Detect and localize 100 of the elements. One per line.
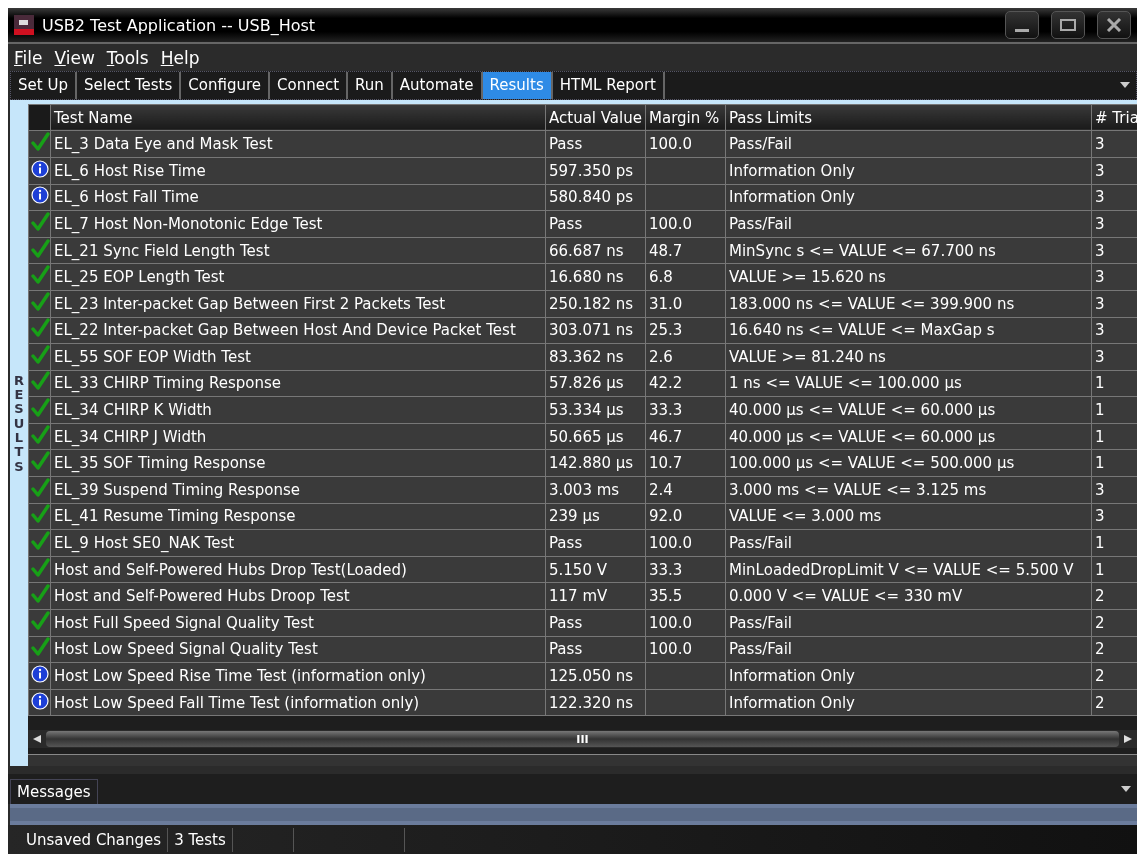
table-cell: 10.7 [645, 449, 726, 477]
table-cell: 303.071 ns [545, 317, 646, 344]
table-cell: 3.000 ms <= VALUE <= 3.125 ms [725, 476, 1092, 504]
table-cell: 239 µs [545, 503, 646, 530]
table-cell: Pass [545, 130, 646, 158]
table-cell: 92.0 [645, 503, 726, 530]
column-header[interactable]: Actual Value [545, 104, 646, 131]
table-cell: 183.000 ns <= VALUE <= 399.900 ns [725, 290, 1092, 317]
column-header[interactable]: Pass Limits [725, 104, 1092, 131]
column-header[interactable]: Margin % [645, 104, 726, 131]
table-cell: EL_34 CHIRP J Width [50, 423, 546, 450]
app-icon [14, 15, 34, 36]
info-icon [30, 665, 49, 683]
table-cell: EL_39 Suspend Timing Response [50, 476, 546, 504]
menu-item[interactable]: File [14, 48, 43, 70]
table-cell: EL_55 SOF EOP Width Test [50, 343, 546, 371]
table-cell: 2.4 [645, 476, 726, 504]
table-cell: EL_21 Sync Field Length Test [50, 237, 546, 264]
check-icon [30, 584, 50, 605]
maximize-icon [1059, 18, 1077, 33]
dropdown-caret-icon[interactable] [1121, 785, 1131, 792]
minimize-icon [1015, 28, 1029, 32]
maximize-button[interactable] [1051, 11, 1085, 40]
dropdown-caret-icon[interactable] [1120, 82, 1130, 89]
table-cell: 83.362 ns [545, 343, 646, 371]
table-cell: 53.334 µs [545, 396, 646, 424]
minimize-button[interactable] [1005, 11, 1039, 40]
menu-item[interactable]: Help [160, 48, 200, 70]
column-header[interactable]: Test Name [50, 104, 546, 131]
check-icon [30, 557, 50, 578]
table-cell: 1 ns <= VALUE <= 100.000 µs [725, 370, 1092, 397]
table-cell: Information Only [725, 689, 1092, 716]
table-cell: EL_3 Data Eye and Mask Test [50, 130, 546, 158]
table-cell: EL_33 CHIRP Timing Response [50, 370, 546, 397]
scrollbar-grip[interactable]: III [576, 732, 589, 746]
info-icon [30, 691, 49, 710]
status-text: 3 Tests [168, 827, 233, 852]
table-cell: 42.2 [645, 370, 726, 397]
close-button[interactable] [1097, 11, 1131, 40]
check-icon [30, 477, 50, 498]
table-cell: 46.7 [645, 423, 726, 450]
table-cell: VALUE >= 81.240 ns [725, 343, 1092, 371]
table-cell: Pass [545, 529, 646, 557]
column-header[interactable]: # Tria [1091, 104, 1137, 131]
table-cell: 5.150 V [545, 556, 646, 583]
table-cell: 100.0 [645, 609, 726, 637]
check-icon [30, 398, 50, 419]
table-cell: Host Low Speed Rise Time Test (information only) [50, 662, 546, 690]
table-cell: Pass [545, 636, 646, 663]
table-cell: 57.826 µs [545, 370, 646, 397]
table-cell: EL_7 Host Non-Monotonic Edge Test [50, 210, 546, 238]
menu-item[interactable]: Tools [106, 48, 149, 70]
horizontal-scrollbar[interactable]: III [28, 730, 1137, 749]
table-cell: 117 mV [545, 582, 646, 610]
status-text: Unsaved Changes [20, 827, 169, 852]
check-icon [30, 610, 50, 631]
table-cell: 35.5 [645, 582, 726, 610]
table-cell: 40.000 µs <= VALUE <= 60.000 µs [725, 423, 1092, 450]
table-cell: 100.0 [645, 130, 726, 158]
table-cell: MinSync s <= VALUE <= 67.700 ns [725, 237, 1092, 264]
info-icon [30, 159, 49, 178]
check-icon [30, 531, 50, 552]
table-cell: MinLoadedDropLimit V <= VALUE <= 5.500 V [725, 556, 1092, 583]
table-cell: EL_9 Host SE0_NAK Test [50, 529, 546, 557]
tab[interactable]: Results [482, 72, 553, 99]
check-icon [30, 371, 50, 392]
table-cell: 33.3 [645, 396, 726, 424]
table-cell: Pass/Fail [725, 130, 1092, 158]
scroll-right-icon[interactable] [1123, 734, 1133, 745]
table-cell: 50.665 µs [545, 423, 646, 450]
table-cell: Pass [545, 210, 646, 238]
table-cell: Host Low Speed Signal Quality Test [50, 636, 546, 663]
table-cell: VALUE >= 15.620 ns [725, 263, 1092, 291]
table-cell: EL_41 Resume Timing Response [50, 503, 546, 530]
table-cell: Information Only [725, 157, 1092, 185]
menu-item[interactable]: View [54, 48, 95, 70]
table-cell: EL_6 Host Fall Time [50, 184, 546, 211]
table-cell: Host and Self-Powered Hubs Drop Test(Loaded) [50, 556, 546, 583]
table-cell: 66.687 ns [545, 237, 646, 264]
table-cell: 597.350 ps [545, 157, 646, 185]
table-cell: EL_22 Inter-packet Gap Between Host And Device Packet Test [50, 317, 546, 344]
table-cell: Pass/Fail [725, 636, 1092, 663]
table-cell: 6.8 [645, 263, 726, 291]
table-cell: Pass/Fail [725, 210, 1092, 238]
scroll-left-icon[interactable] [32, 734, 42, 745]
table-cell: Pass/Fail [725, 529, 1092, 557]
table-cell: EL_35 SOF Timing Response [50, 449, 546, 477]
table-cell: 0.000 V <= VALUE <= 330 mV [725, 582, 1092, 610]
table-cell: 16.640 ns <= VALUE <= MaxGap s [725, 317, 1092, 344]
check-icon [30, 344, 50, 365]
close-icon [1105, 18, 1123, 33]
table-cell: 33.3 [645, 556, 726, 583]
table-cell: 142.880 µs [545, 449, 646, 477]
table-cell: 40.000 µs <= VALUE <= 60.000 µs [725, 396, 1092, 424]
table-cell: Host Low Speed Fall Time Test (information only) [50, 689, 546, 716]
table-cell: Pass/Fail [725, 609, 1092, 637]
table-cell: 25.3 [645, 317, 726, 344]
messages-tab[interactable]: Messages [10, 779, 98, 805]
check-icon [30, 637, 50, 658]
table-cell: 100.0 [645, 210, 726, 238]
